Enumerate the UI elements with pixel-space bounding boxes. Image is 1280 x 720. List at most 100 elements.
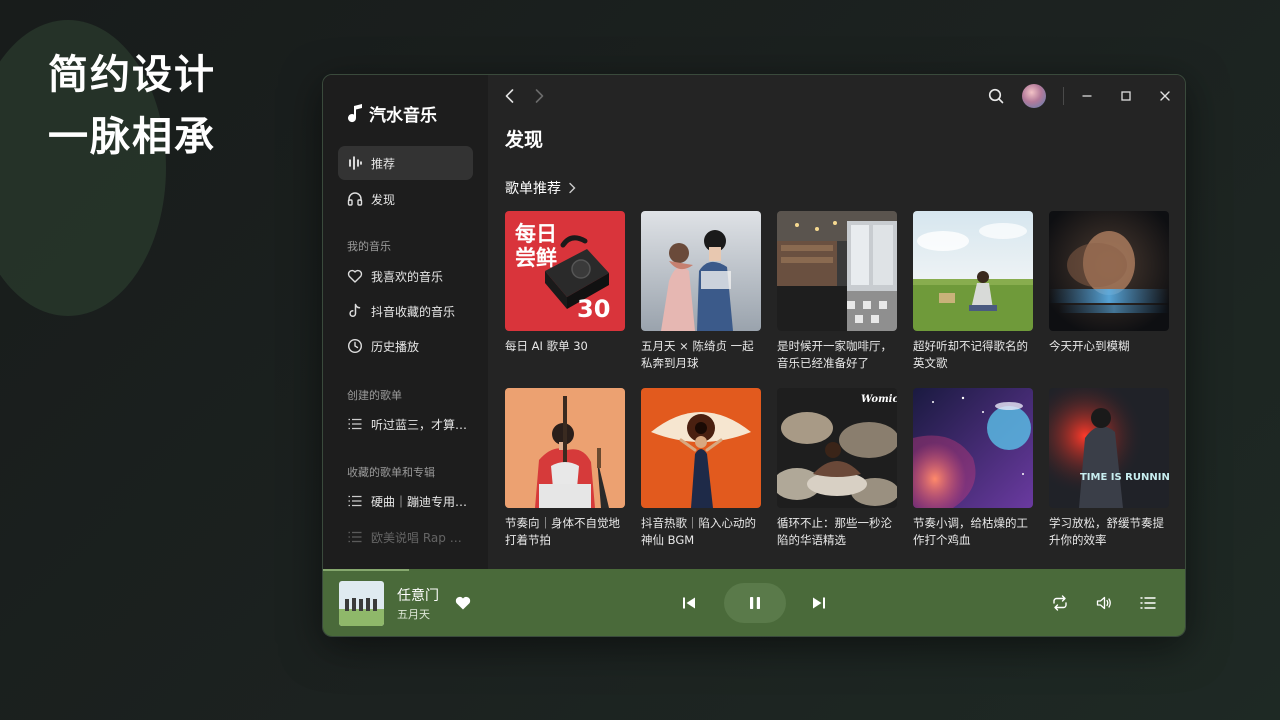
sidebar-item-collected-2[interactable]: 欧美说唱 Rap 高… xyxy=(338,520,473,554)
cafe-cover-art xyxy=(777,211,897,331)
playlist-cover xyxy=(641,388,761,508)
playlist-caption: 抖音热歌｜陷入心动的神仙 BGM xyxy=(641,516,756,547)
app-logo[interactable]: 汽水音乐 xyxy=(347,101,437,126)
next-track-icon[interactable] xyxy=(810,594,828,612)
sidebar-item-liked-music[interactable]: 我喜欢的音乐 xyxy=(338,259,473,293)
sidebar-item-created-playlist[interactable]: 听过蓝三，才算… xyxy=(338,407,473,441)
section-title: 歌单推荐 xyxy=(505,181,561,197)
sidebar-item-label: 历史播放 xyxy=(371,339,420,354)
playlist-queue-icon[interactable] xyxy=(1139,594,1157,612)
playlist-caption: 每日 AI 歌单 30 xyxy=(505,339,588,353)
space-cover-art xyxy=(913,388,1033,508)
playlist-card[interactable]: 超好听却不记得歌名的英文歌 xyxy=(913,211,1033,372)
playlist-caption: 今天开心到模糊 xyxy=(1049,339,1130,353)
promo-line-2: 一脉相承 xyxy=(48,114,216,160)
daily-cover-number: 30 xyxy=(577,295,610,323)
now-playing-cover[interactable] xyxy=(339,581,384,626)
section-created-playlists: 创建的歌单 xyxy=(347,389,402,402)
playlist-cover: 每日 尝鲜 30 xyxy=(505,211,625,331)
player-bar: 任意门 五月天 xyxy=(323,569,1185,636)
daily-cover-line-2: 尝鲜 xyxy=(515,246,557,270)
daily-cover-line-1: 每日 xyxy=(515,222,557,246)
guitar-cover-art xyxy=(505,388,625,508)
playlist-cover: Womice xyxy=(777,388,897,508)
close-icon[interactable] xyxy=(1156,87,1174,105)
playlist-card[interactable]: TIME IS RUNNING 学习放松，舒缓节奏提升你的效率 xyxy=(1049,388,1169,549)
list-icon xyxy=(348,531,362,543)
section-collected: 收藏的歌单和专辑 xyxy=(347,466,435,479)
music-note-logo-icon xyxy=(348,103,362,122)
promo-heading: 简约设计 一脉相承 xyxy=(48,44,216,168)
minimize-icon[interactable] xyxy=(1078,87,1096,105)
app-name: 汽水音乐 xyxy=(369,106,437,126)
playlist-card[interactable]: Womice 循环不止：那些一秒沦陷的华语精选 xyxy=(777,388,897,549)
sidebar-item-label: 听过蓝三，才算… xyxy=(371,417,468,432)
playlist-cover xyxy=(505,388,625,508)
sidebar-item-discover[interactable]: 发现 xyxy=(338,182,473,216)
playlist-recommend-link[interactable]: 歌单推荐 xyxy=(505,178,579,198)
sidebar-item-recommend[interactable]: 推荐 xyxy=(338,146,473,180)
playlist-card[interactable]: 抖音热歌｜陷入心动的神仙 BGM xyxy=(641,388,761,549)
playlist-card[interactable]: 节奏小调，给枯燥的工作打个鸡血 xyxy=(913,388,1033,549)
heart-outline-icon xyxy=(347,269,363,283)
song-artist[interactable]: 五月天 xyxy=(397,606,430,622)
playlist-card[interactable]: 五月天 × 陈绮贞 一起私奔到月球 xyxy=(641,211,761,372)
playlist-card[interactable]: 是时候开一家咖啡厅，音乐已经准备好了 xyxy=(777,211,897,372)
list-icon xyxy=(348,418,362,430)
app-window: 汽水音乐 推荐 发现 我的音乐 我喜欢的音乐 抖音收藏的音乐 历史播放 创建的歌… xyxy=(322,74,1186,637)
sidebar-item-label: 我喜欢的音乐 xyxy=(371,269,444,284)
search-icon[interactable] xyxy=(987,87,1005,105)
playlist-caption: 五月天 × 陈绮贞 一起私奔到月球 xyxy=(641,339,754,370)
woman-cover-text: Womice xyxy=(861,394,897,405)
playlist-caption: 节奏小调，给枯燥的工作打个鸡血 xyxy=(913,516,1028,547)
toolbar-divider xyxy=(1063,87,1064,105)
promo-line-1: 简约设计 xyxy=(48,52,216,98)
user-avatar[interactable] xyxy=(1022,84,1046,108)
sidebar-item-label: 抖音收藏的音乐 xyxy=(371,304,456,319)
running-cover-art: TIME IS RUNNING xyxy=(1049,388,1169,508)
running-cover-text: TIME IS RUNNING xyxy=(1080,472,1169,483)
playlist-card[interactable]: 节奏向｜身体不自觉地打着节拍 xyxy=(505,388,625,549)
now-playing-art xyxy=(339,581,384,626)
concert-cover-art xyxy=(641,211,761,331)
playlist-cover: TIME IS RUNNING xyxy=(1049,388,1169,508)
playlist-caption: 是时候开一家咖啡厅，音乐已经准备好了 xyxy=(777,339,892,370)
chevron-right-icon xyxy=(569,182,576,194)
section-my-music: 我的音乐 xyxy=(347,240,391,253)
sidebar-item-label: 硬曲｜蹦迪专用… xyxy=(371,494,468,509)
sidebar-item-collected-1[interactable]: 硬曲｜蹦迪专用… xyxy=(338,484,473,518)
playlist-card[interactable]: 每日 尝鲜 30 每日 AI 歌单 30 xyxy=(505,211,625,355)
repeat-icon[interactable] xyxy=(1051,594,1069,612)
sidebar-item-douyin-music[interactable]: 抖音收藏的音乐 xyxy=(338,294,473,328)
volume-icon[interactable] xyxy=(1095,594,1113,612)
sidebar-item-label: 发现 xyxy=(371,192,396,207)
playlist-cover xyxy=(777,211,897,331)
waveform-icon xyxy=(349,156,362,170)
playlist-cover xyxy=(913,211,1033,331)
back-arrow-icon[interactable] xyxy=(501,87,519,105)
eye-cover-art xyxy=(641,388,761,508)
playlist-card[interactable]: 今天开心到模糊 xyxy=(1049,211,1169,355)
forward-arrow-icon[interactable] xyxy=(530,87,548,105)
playlist-cover xyxy=(1049,211,1169,331)
playlist-caption: 超好听却不记得歌名的英文歌 xyxy=(913,339,1028,370)
previous-track-icon[interactable] xyxy=(680,594,698,612)
progress-bar[interactable] xyxy=(323,569,410,571)
douyin-icon xyxy=(349,303,361,317)
playlist-cover xyxy=(641,211,761,331)
clock-icon xyxy=(347,338,363,354)
daily-cover-art: 每日 尝鲜 30 xyxy=(505,211,625,331)
playlist-cover xyxy=(913,388,1033,508)
like-heart-icon[interactable] xyxy=(454,594,472,612)
play-pause-button[interactable] xyxy=(724,583,786,623)
sidebar-item-label: 欧美说唱 Rap 高… xyxy=(371,530,471,545)
pause-icon xyxy=(750,597,760,609)
blur-cover-art xyxy=(1049,211,1169,331)
headphones-icon xyxy=(347,192,363,206)
list-icon xyxy=(348,495,362,507)
maximize-icon[interactable] xyxy=(1117,87,1135,105)
playlist-caption: 循环不止：那些一秒沦陷的华语精选 xyxy=(777,516,892,547)
song-title[interactable]: 任意门 xyxy=(397,585,439,605)
sidebar-item-history[interactable]: 历史播放 xyxy=(338,329,473,363)
main-content: 发现 歌单推荐 每日 尝鲜 30 每日 AI 歌单 30 五月天 × 陈绮贞 一… xyxy=(488,75,1185,569)
